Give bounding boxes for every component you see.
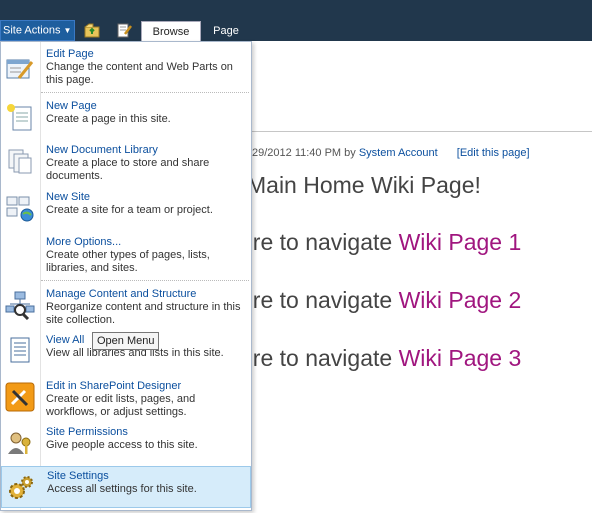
menu-item-desc: Create a site for a team or project. bbox=[46, 204, 213, 216]
menu-item-title: View All bbox=[46, 334, 85, 346]
wiki-page-2-link[interactable]: Wiki Page 2 bbox=[399, 287, 522, 313]
account-link[interactable]: System Account bbox=[359, 147, 438, 159]
nav-line: ere to navigate Wiki Page 1 bbox=[240, 229, 521, 256]
menu-item-sharepoint-designer[interactable]: Edit in SharePoint Designer Create or ed… bbox=[1, 378, 251, 422]
view-all-icon bbox=[10, 337, 30, 363]
menu-item-manage-content[interactable]: Manage Content and Structure Reorganize … bbox=[1, 286, 251, 330]
menu-item-site-settings[interactable]: Site Settings Access all settings for th… bbox=[1, 466, 251, 508]
menu-item-desc: Give people access to this site. bbox=[46, 439, 198, 451]
menu-item-title: New Page bbox=[46, 100, 97, 112]
tab-page[interactable]: Page bbox=[205, 21, 247, 41]
menu-item-new-site[interactable]: New Site Create a site for a team or pro… bbox=[1, 189, 251, 233]
document-library-icon bbox=[8, 149, 32, 174]
menu-item-title: Site Permissions bbox=[46, 426, 128, 438]
ribbon-bar: Site Actions ▼ Browse Page bbox=[0, 0, 592, 41]
menu-item-new-page[interactable]: New Page Create a page in this site. bbox=[1, 98, 251, 138]
site-actions-label: Site Actions bbox=[3, 24, 61, 37]
settings-icon bbox=[9, 476, 33, 499]
menu-item-title: New Document Library bbox=[46, 144, 158, 156]
new-page-icon bbox=[7, 104, 32, 131]
permissions-icon bbox=[8, 432, 31, 454]
wiki-page-1-link[interactable]: Wiki Page 1 bbox=[399, 229, 522, 255]
menu-item-title: More Options... bbox=[46, 236, 122, 248]
menu-item-desc: Create other types of pages, lists, libr… bbox=[46, 249, 210, 274]
menu-item-desc: Change the content and Web Parts on this… bbox=[46, 61, 233, 86]
tab-browse[interactable]: Browse bbox=[141, 21, 201, 41]
site-structure-icon bbox=[5, 291, 35, 320]
sharepoint-designer-icon bbox=[5, 382, 35, 412]
menu-item-desc: Reorganize content and structure in this… bbox=[46, 301, 241, 326]
navigate-up-icon[interactable] bbox=[84, 22, 100, 38]
page-meta: 29/2012 11:40 PM by System Account [Edit… bbox=[252, 147, 530, 159]
wiki-page-3-link[interactable]: Wiki Page 3 bbox=[399, 345, 522, 371]
menu-separator bbox=[41, 92, 249, 93]
modified-date: 29/2012 11:40 PM by bbox=[252, 147, 356, 159]
site-actions-menu: Edit Page Change the content and Web Par… bbox=[0, 41, 252, 511]
menu-item-desc: Create or edit lists, pages, and workflo… bbox=[46, 393, 196, 418]
menu-item-desc: Create a place to store and share docume… bbox=[46, 157, 210, 182]
menu-item-new-document-library[interactable]: New Document Library Create a place to s… bbox=[1, 142, 251, 186]
menu-item-title: Edit in SharePoint Designer bbox=[46, 380, 182, 392]
menu-item-title: Site Settings bbox=[47, 470, 109, 482]
page-title: Main Home Wiki Page! bbox=[247, 172, 481, 198]
menu-item-title: Manage Content and Structure bbox=[46, 288, 197, 300]
site-actions-button[interactable]: Site Actions ▼ bbox=[0, 20, 75, 41]
menu-item-desc: Create a page in this site. bbox=[46, 113, 171, 125]
menu-separator bbox=[41, 280, 249, 281]
nav-text: ere to navigate bbox=[240, 345, 393, 371]
menu-item-site-permissions[interactable]: Site Permissions Give people access to t… bbox=[1, 424, 251, 464]
menu-item-edit-page[interactable]: Edit Page Change the content and Web Par… bbox=[1, 46, 251, 91]
nav-text: ere to navigate bbox=[240, 229, 393, 255]
edit-icon[interactable] bbox=[116, 22, 132, 38]
menu-item-title: Edit Page bbox=[46, 48, 94, 60]
nav-line: ere to navigate Wiki Page 3 bbox=[240, 345, 521, 372]
menu-item-more-options[interactable]: More Options... Create other types of pa… bbox=[1, 234, 251, 278]
edit-page-icon bbox=[6, 59, 34, 79]
nav-text: ere to navigate bbox=[240, 287, 393, 313]
new-site-icon bbox=[6, 196, 34, 222]
menu-item-title: New Site bbox=[46, 191, 91, 203]
edit-this-page-link[interactable]: [Edit this page] bbox=[457, 147, 530, 159]
menu-item-desc: Access all settings for this site. bbox=[47, 483, 197, 495]
chevron-down-icon: ▼ bbox=[63, 26, 72, 35]
tooltip: Open Menu bbox=[92, 332, 160, 350]
nav-line: ere to navigate Wiki Page 2 bbox=[240, 287, 521, 314]
